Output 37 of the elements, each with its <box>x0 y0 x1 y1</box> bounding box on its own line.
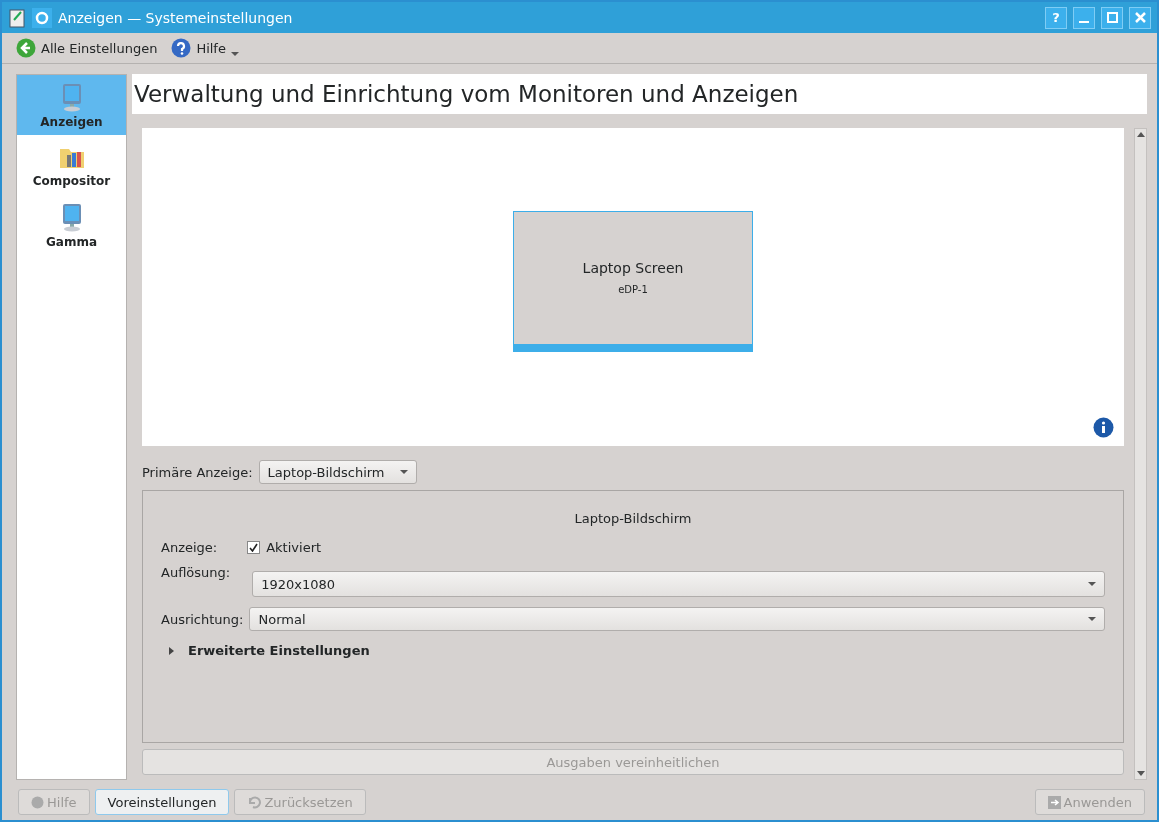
sidebar-item[interactable]: Compositor <box>17 135 126 195</box>
undo-icon <box>247 795 262 809</box>
page-heading: Verwaltung und Einrichtung vom Monitoren und Anzeigen <box>132 74 1147 114</box>
maximize-icon <box>1106 12 1118 23</box>
close-button[interactable] <box>1129 6 1151 29</box>
help-menu-button[interactable]: Hilfe <box>171 38 239 58</box>
sidebar-item[interactable]: Gamma <box>17 195 126 255</box>
minimize-icon <box>1079 20 1089 23</box>
close-icon <box>1134 12 1146 23</box>
app-icon <box>32 7 52 28</box>
resolution-label: Auflösung: <box>161 565 231 580</box>
window-title: Anzeigen — Systemeinstellungen <box>58 9 294 26</box>
back-button[interactable]: Alle Einstellungen <box>16 38 158 58</box>
output-connector: eDP-1 <box>618 284 648 295</box>
info-icon[interactable] <box>1093 417 1114 438</box>
resolution-dropdown[interactable]: 1920x1080 <box>252 571 1105 597</box>
display-label: Anzeige: <box>161 540 218 555</box>
advanced-settings-expander[interactable]: Erweiterte Einstellungen <box>161 643 1105 658</box>
minimize-button[interactable] <box>1073 6 1095 29</box>
sidebar-item-label: Gamma <box>45 234 98 249</box>
primary-display-dropdown[interactable]: Laptop-Bildschirm <box>258 460 417 484</box>
maximize-button[interactable] <box>1101 6 1123 29</box>
sidebar-item-label: Anzeigen <box>40 114 103 129</box>
scrollbar[interactable] <box>1134 128 1147 780</box>
enabled-checkbox[interactable]: Aktiviert <box>247 540 322 555</box>
orientation-dropdown[interactable]: Normal <box>249 607 1105 631</box>
sidebar-item[interactable]: Anzeigen <box>17 75 126 135</box>
output-screen[interactable]: Laptop Screen eDP-1 <box>513 210 753 352</box>
checkbox-icon[interactable] <box>247 541 261 554</box>
primary-display-label: Primäre Anzeige: <box>142 464 253 480</box>
sidebar-item-label: Compositor <box>32 173 111 188</box>
orientation-label: Ausrichtung: <box>161 611 244 627</box>
group-title: Laptop-Bildschirm <box>573 511 693 526</box>
output-name: Laptop Screen <box>582 260 684 276</box>
dialog-button[interactable]: Voreinstellungen <box>94 789 230 815</box>
apply-icon <box>1047 795 1061 809</box>
notepad-icon <box>8 7 26 28</box>
